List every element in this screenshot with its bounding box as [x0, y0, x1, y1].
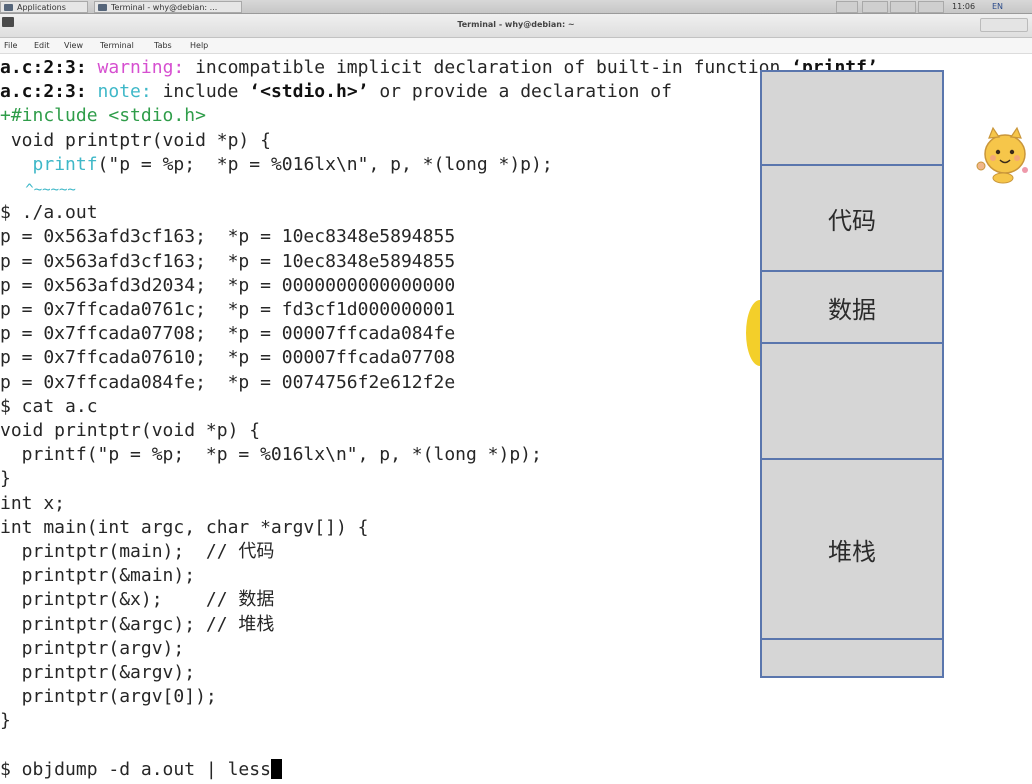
workspace-1[interactable]	[862, 1, 888, 13]
terminal-line: }	[0, 709, 11, 733]
menu-help[interactable]: Help	[190, 41, 208, 50]
terminal-line: printptr(argv);	[0, 637, 185, 661]
memory-layout-diagram: 代码 数据 堆栈	[760, 70, 944, 678]
terminal-line: printf("p = %p; *p = %016lx\n", p, *(lon…	[0, 443, 542, 467]
terminal-icon	[98, 4, 107, 11]
terminal-text: p = 0x563afd3d2034; *p = 000000000000000…	[0, 274, 456, 296]
terminal-line: p = 0x7ffcada07708; *p = 00007ffcada084f…	[0, 322, 455, 346]
applications-label: Applications	[17, 3, 66, 12]
tray-icon[interactable]	[836, 1, 858, 13]
terminal-text: void printptr(void *p) {	[0, 420, 261, 441]
terminal-line: printptr(&main);	[0, 564, 195, 588]
terminal-text: printptr(&main);	[0, 565, 196, 587]
applications-menu-button[interactable]: Applications	[0, 1, 88, 13]
menu-bar: File Edit View Terminal Tabs Help	[0, 38, 1032, 54]
terminal-text: printptr(&x); // 数据	[0, 589, 275, 611]
terminal-text: p = 0x7ffcada084fe; *p = 0074756f2e612f2…	[0, 371, 456, 393]
terminal-text: a.c:2:3:	[0, 81, 98, 103]
memory-segment-code: 代码	[762, 166, 942, 272]
terminal-text: $ ./a.out	[0, 202, 98, 224]
menu-tabs[interactable]: Tabs	[154, 41, 172, 50]
menu-view[interactable]: View	[64, 41, 83, 50]
desktop-panel: Applications Terminal - why@debian: ... …	[0, 0, 1032, 14]
mascot-icon	[976, 126, 1028, 184]
window-controls[interactable]	[980, 18, 1028, 32]
terminal-text: include	[151, 81, 250, 103]
terminal-line: }	[0, 467, 11, 491]
terminal-text: warning:	[97, 57, 185, 78]
terminal-text: }	[0, 468, 11, 490]
terminal-line: p = 0x7ffcada0761c; *p = fd3cf1d00000000…	[0, 298, 455, 322]
window-titlebar[interactable]: Terminal - why@debian: ~	[0, 14, 1032, 38]
terminal-text: a.c:2:3:	[0, 57, 98, 78]
terminal-text: printf("p = %p; *p = %016lx\n", p, *(lon…	[0, 444, 542, 466]
terminal-text: incompatible implicit declaration of bui…	[184, 57, 792, 78]
memory-segment-stack: 堆栈	[762, 460, 942, 640]
terminal-line: printptr(&x); // 数据	[0, 588, 275, 612]
memory-segment	[762, 344, 942, 460]
terminal-line: void printptr(void *p) {	[0, 419, 260, 443]
memory-segment-data: 数据	[762, 272, 942, 344]
terminal-line: int x;	[0, 492, 65, 516]
terminal-line: p = 0x563afd3d2034; *p = 000000000000000…	[0, 274, 455, 298]
terminal-text: +#include <stdio.h>	[0, 105, 206, 127]
terminal-text: p = 0x563afd3cf163; *p = 10ec8348e589485…	[0, 226, 456, 248]
terminal-line: +#include <stdio.h>	[0, 104, 206, 128]
terminal-text: p = 0x7ffcada07610; *p = 00007ffcada0770…	[0, 347, 456, 369]
applications-icon	[4, 4, 13, 11]
terminal-text: printptr(main); // 代码	[0, 541, 275, 562]
memory-segment	[762, 72, 942, 166]
terminal-line: printptr(&argv);	[0, 661, 195, 685]
terminal-text: printptr(argv);	[0, 637, 185, 659]
terminal-line: p = 0x7ffcada07610; *p = 00007ffcada0770…	[0, 346, 455, 370]
terminal-line: $ ./a.out	[0, 201, 98, 225]
taskbar-terminal-button[interactable]: Terminal - why@debian: ...	[94, 1, 242, 13]
window-title: Terminal - why@debian: ~	[457, 20, 575, 29]
text-cursor	[270, 758, 282, 779]
terminal-line: a.c:2:3: warning: incompatible implicit …	[0, 56, 878, 80]
memory-segment	[762, 640, 942, 676]
terminal-text: printptr(argv[0]);	[0, 686, 217, 708]
menu-file[interactable]: File	[4, 41, 17, 50]
terminal-line: $ cat a.c	[0, 395, 98, 419]
clock: 11:06	[952, 2, 976, 11]
terminal-line: void printptr(void *p) {	[0, 129, 271, 153]
terminal-line: p = 0x7ffcada084fe; *p = 0074756f2e612f2…	[0, 371, 455, 395]
terminal-text: or provide a declaration of	[368, 81, 672, 103]
terminal-text: printptr(&argv);	[0, 662, 196, 683]
taskbar-terminal-label: Terminal - why@debian: ...	[111, 3, 218, 12]
menu-edit[interactable]: Edit	[34, 41, 50, 50]
terminal-text: p = 0x7ffcada0761c; *p = fd3cf1d00000000…	[0, 299, 456, 320]
terminal-text: ("p = %p; *p = %016lx\n", p, *(long *)p)…	[97, 153, 553, 175]
keyboard-layout[interactable]: EN	[992, 1, 1003, 13]
terminal-text: void printptr(void *p) {	[0, 129, 271, 151]
terminal-text: p = 0x7ffcada07708; *p = 00007ffcada084f…	[0, 323, 456, 345]
terminal-line: p = 0x563afd3cf163; *p = 10ec8348e589485…	[0, 250, 455, 274]
terminal-line: printptr(&argc); // 堆栈	[0, 613, 275, 637]
terminal-text: int main(int argc, char *argv[]) {	[0, 516, 369, 538]
terminal-line: ^~~~~~	[0, 177, 76, 201]
terminal-line: p = 0x563afd3cf163; *p = 10ec8348e589485…	[0, 225, 455, 249]
workspace-2[interactable]	[890, 1, 916, 13]
terminal-text: int x;	[0, 492, 66, 514]
terminal-text: printf	[32, 153, 98, 175]
terminal-text: ^~~~~~	[0, 182, 76, 198]
terminal-text: $ cat a.c	[0, 395, 98, 417]
terminal-line: a.c:2:3: note: include ‘<stdio.h>’ or pr…	[0, 80, 672, 104]
command-prompt[interactable]: $ objdump -d a.out | less	[0, 758, 282, 782]
terminal-text: ‘<stdio.h>’	[249, 81, 369, 103]
terminal-line: int main(int argc, char *argv[]) {	[0, 516, 368, 540]
workspace-3[interactable]	[918, 1, 944, 13]
terminal-text: p = 0x563afd3cf163; *p = 10ec8348e589485…	[0, 250, 456, 272]
command-input[interactable]: $ objdump -d a.out | less	[0, 759, 271, 780]
terminal-line: printptr(argv[0]);	[0, 685, 217, 709]
terminal-text: printptr(&argc); // 堆栈	[0, 613, 275, 635]
menu-terminal[interactable]: Terminal	[100, 41, 134, 50]
terminal-line: printptr(main); // 代码	[0, 540, 275, 564]
terminal-text: }	[0, 710, 11, 732]
terminal-line: printf("p = %p; *p = %016lx\n", p, *(lon…	[0, 153, 553, 177]
terminal-text: note:	[97, 81, 152, 103]
